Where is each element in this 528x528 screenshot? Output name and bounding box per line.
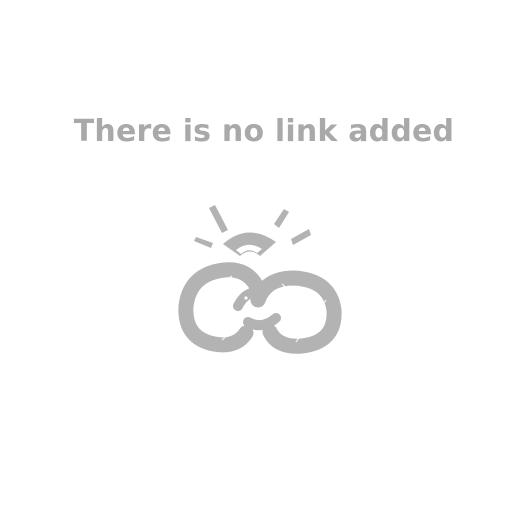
spark-top-right (274, 209, 289, 228)
chain-link-left (178, 262, 264, 353)
spark-left (194, 237, 213, 248)
spark-right (291, 229, 311, 245)
chain-interlock (233, 286, 281, 331)
arc-piece (223, 232, 276, 256)
chain-link-right (250, 270, 342, 354)
spark-top-left (209, 205, 228, 233)
broken-chain-link-icon (178, 205, 342, 354)
empty-state-panel: There is no link added (0, 0, 528, 528)
